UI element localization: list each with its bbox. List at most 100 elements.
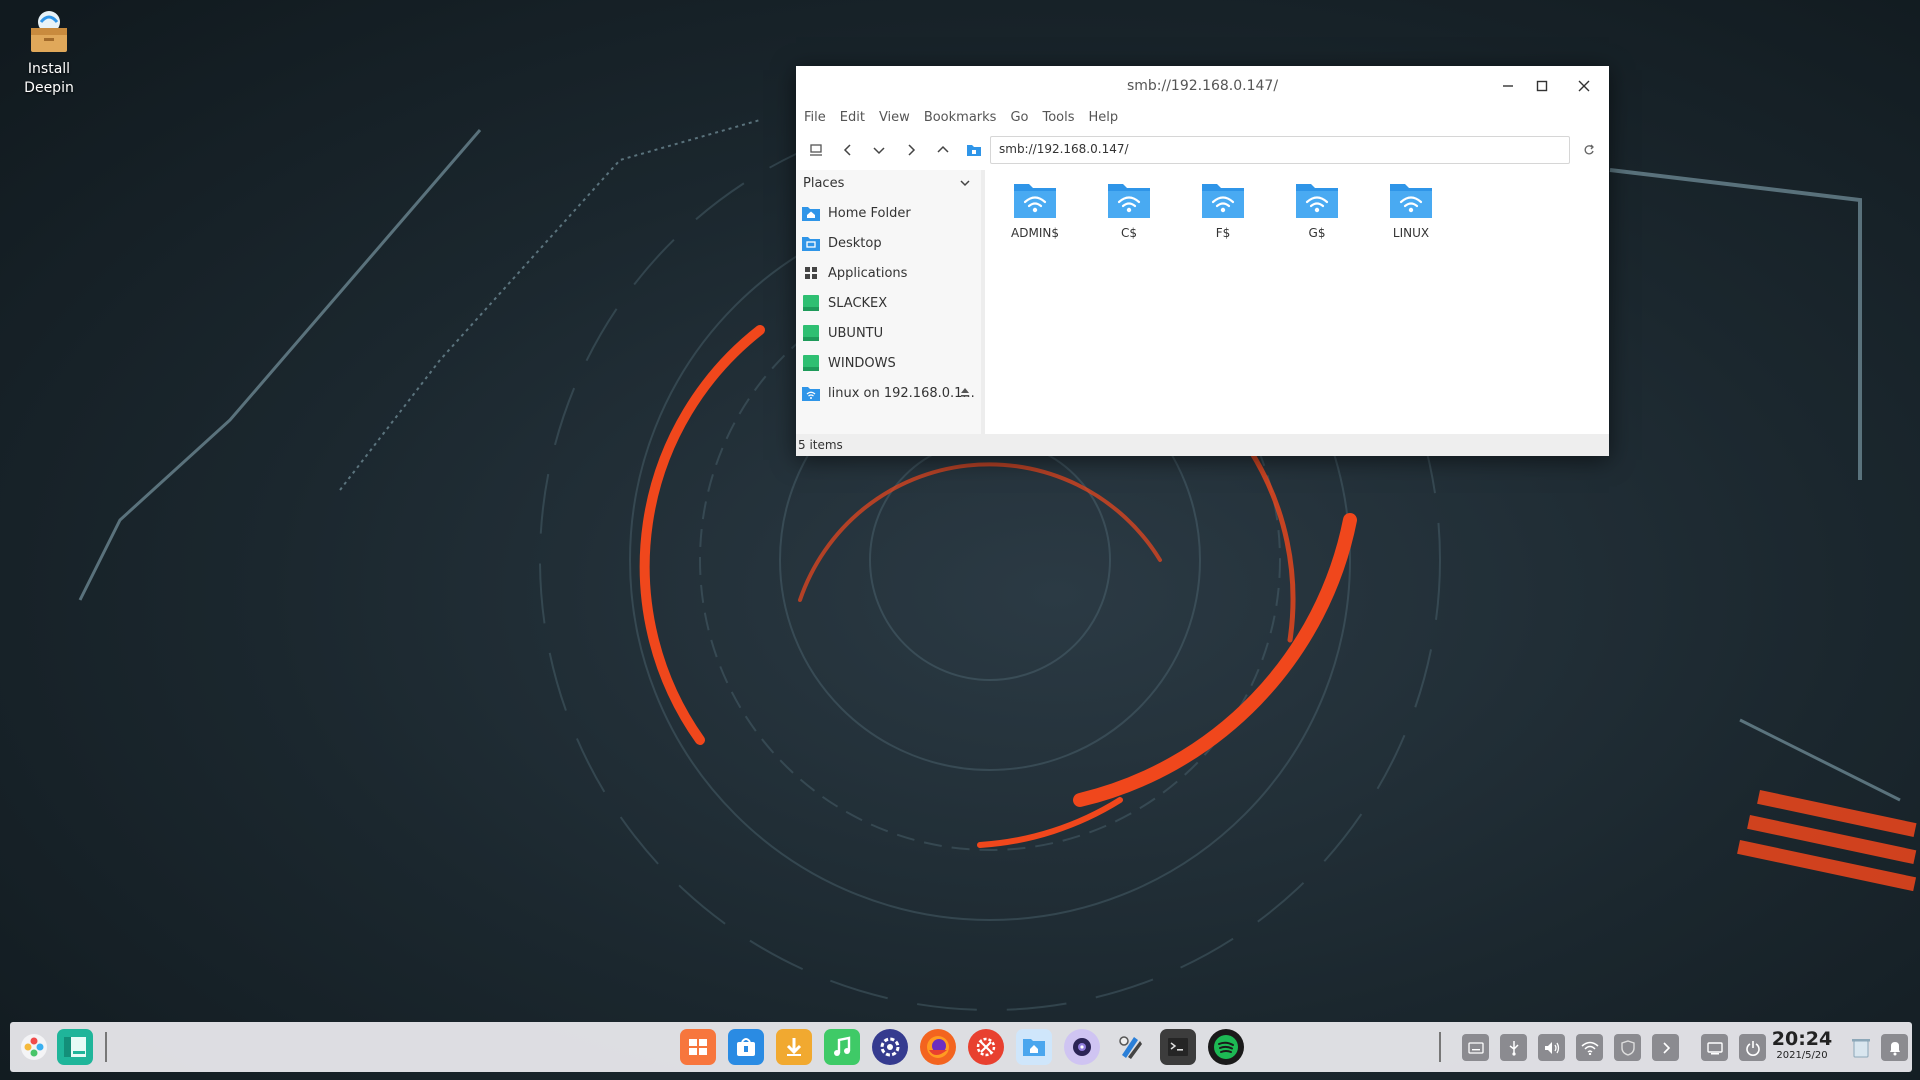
share-item-admin[interactable]: ADMIN$ [994, 178, 1076, 240]
tools-button[interactable] [968, 1029, 1004, 1065]
chevron-left-icon [843, 144, 851, 156]
menu-help[interactable]: Help [1089, 110, 1119, 130]
share-item-c[interactable]: C$ [1088, 178, 1170, 240]
toolbar: smb://192.168.0.147/ [796, 134, 1609, 166]
close-button[interactable] [1573, 75, 1595, 97]
sidebar-item-label: Applications [828, 265, 908, 281]
menu-tools[interactable]: Tools [1042, 110, 1074, 130]
parent-folder-button[interactable] [931, 138, 955, 162]
desktop-icon-label: Install Deepin [24, 61, 74, 96]
file-manager-dock-button[interactable] [57, 1029, 93, 1065]
app-store-button[interactable] [680, 1029, 716, 1065]
package-box-icon [31, 11, 67, 52]
sidebar-item-network-share[interactable]: linux on 192.168.0.1... [796, 378, 981, 408]
menu-view[interactable]: View [879, 110, 910, 130]
app-store-icon [689, 1039, 707, 1055]
location-folder-button[interactable] [962, 138, 986, 162]
camera-button[interactable] [1064, 1029, 1100, 1065]
network-folder-icon [1296, 184, 1338, 218]
folder-icon [967, 145, 981, 156]
sidebar-item-windows[interactable]: WINDOWS [796, 348, 981, 378]
sidebar-item-label: UBUNTU [828, 325, 884, 341]
menu-go[interactable]: Go [1010, 110, 1028, 130]
item-label: ADMIN$ [1011, 226, 1059, 240]
bag-app-icon [737, 1038, 755, 1056]
menu-bar: File Edit View Bookmarks Go Tools Help [804, 110, 1132, 130]
sidebar-item-desktop[interactable]: Desktop [796, 228, 981, 258]
forward-button[interactable] [899, 138, 923, 162]
tray-wifi[interactable] [1576, 1034, 1603, 1061]
menu-bookmarks[interactable]: Bookmarks [924, 110, 997, 130]
tools-icon [976, 1037, 996, 1057]
drive-icon [801, 323, 821, 343]
status-bar: 5 items [796, 434, 1609, 456]
applications-grid-icon [801, 263, 821, 283]
notification-icon [1889, 1041, 1900, 1055]
sidebar-item-label: WINDOWS [828, 355, 896, 371]
trash-icon [1852, 1039, 1870, 1058]
sidebar-splitter[interactable] [981, 170, 985, 434]
firefox-icon [927, 1036, 949, 1058]
power-icon [1745, 1040, 1760, 1056]
tray-keyboard[interactable] [1462, 1034, 1489, 1061]
reload-button[interactable] [1577, 138, 1601, 162]
file-view: ADMIN$ C$ F$ G$ LINUX [986, 170, 1609, 434]
network-folder-icon [1202, 184, 1244, 218]
launcher-button[interactable] [16, 1029, 52, 1065]
trash-button[interactable] [1846, 1031, 1876, 1063]
clock[interactable]: 20:24 2021/5/20 [1770, 1028, 1834, 1062]
window-titlebar[interactable]: smb://192.168.0.147/ [796, 66, 1609, 106]
spotify-button[interactable] [1208, 1029, 1244, 1065]
sidebar-item-home-folder[interactable]: Home Folder [796, 198, 981, 228]
sidebar-item-applications[interactable]: Applications [796, 258, 981, 288]
menu-edit[interactable]: Edit [840, 110, 865, 130]
tray-usb[interactable] [1500, 1034, 1527, 1061]
minimize-button[interactable] [1497, 75, 1519, 97]
tray-expand[interactable] [1652, 1034, 1679, 1061]
tray-volume[interactable] [1538, 1034, 1565, 1061]
sidebar-item-ubuntu[interactable]: UBUNTU [796, 318, 981, 348]
camera-icon [1073, 1038, 1091, 1056]
share-item-f[interactable]: F$ [1182, 178, 1264, 240]
clock-date: 2021/5/20 [1776, 1050, 1828, 1061]
files-button[interactable] [1016, 1029, 1052, 1065]
location-input[interactable]: smb://192.168.0.147/ [990, 136, 1570, 164]
tray-shield[interactable] [1614, 1034, 1641, 1061]
tray-display[interactable] [1701, 1034, 1728, 1061]
bag-app-button[interactable] [728, 1029, 764, 1065]
files-folder-icon [1023, 1039, 1045, 1056]
eject-icon[interactable] [959, 386, 971, 398]
network-folder-icon [1014, 184, 1056, 218]
firefox-button[interactable] [920, 1029, 956, 1065]
tray-power[interactable] [1739, 1034, 1766, 1061]
display-icon [1706, 1041, 1723, 1054]
music-icon [834, 1036, 851, 1056]
settings-button[interactable] [872, 1029, 908, 1065]
close-icon [1578, 80, 1590, 92]
music-button[interactable] [824, 1029, 860, 1065]
desktop-icon-install-deepin[interactable]: Install Deepin [14, 8, 84, 98]
network-folder-icon [1390, 184, 1432, 218]
maximize-button[interactable] [1531, 75, 1553, 97]
share-item-g[interactable]: G$ [1276, 178, 1358, 240]
minimize-icon [1503, 85, 1513, 87]
share-item-linux[interactable]: LINUX [1370, 178, 1452, 240]
dock-separator [1439, 1032, 1441, 1062]
menu-file[interactable]: File [804, 110, 826, 130]
launcher-icon [21, 1034, 47, 1060]
scripts-button[interactable] [1112, 1029, 1148, 1065]
scripts-icon [1119, 1036, 1142, 1059]
terminal-icon [1168, 1038, 1188, 1056]
places-header[interactable]: Places [796, 170, 981, 198]
chevron-down-icon [873, 147, 885, 155]
back-button[interactable] [836, 138, 860, 162]
tray-notification[interactable] [1881, 1034, 1908, 1061]
computer-icon [810, 144, 822, 156]
sidebar-item-slackex[interactable]: SLACKEX [796, 288, 981, 318]
download-button[interactable] [776, 1029, 812, 1065]
terminal-button[interactable] [1160, 1029, 1196, 1065]
maximize-icon [1536, 80, 1548, 92]
sidebar-item-label: SLACKEX [828, 295, 888, 311]
history-dropdown-button[interactable] [867, 138, 891, 162]
computer-button[interactable] [804, 138, 828, 162]
